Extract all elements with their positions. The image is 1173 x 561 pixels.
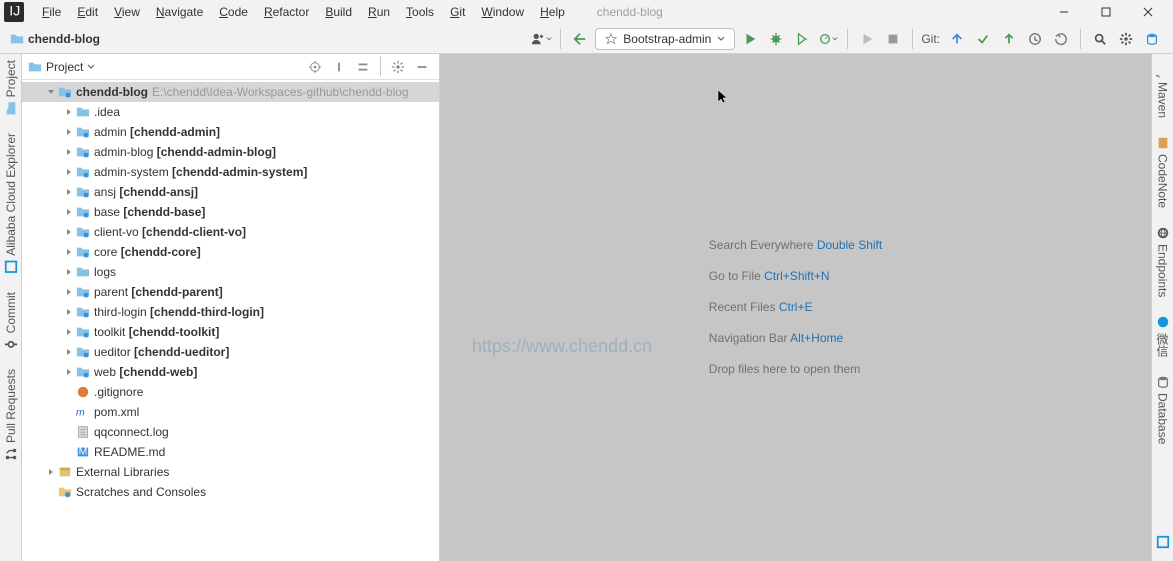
tree-item-client-vo[interactable]: client-vo [chendd-client-vo] (22, 222, 439, 242)
svg-text:MD: MD (79, 446, 90, 458)
menu-edit[interactable]: Edit (69, 2, 106, 22)
window-maximize-button[interactable] (1085, 1, 1127, 23)
tree-item-admin-blog[interactable]: admin-blog [chendd-admin-blog] (22, 142, 439, 162)
tree-item-third-login[interactable]: third-login [chendd-third-login] (22, 302, 439, 322)
vcs-update-icon[interactable] (946, 28, 968, 50)
menu-build[interactable]: Build (317, 2, 360, 22)
window-title: chendd-blog (597, 5, 663, 19)
collapse-all-icon[interactable] (352, 56, 374, 78)
editor-tip: Drop files here to open them (709, 354, 882, 385)
tree-item-ueditor[interactable]: ueditor [chendd-ueditor] (22, 342, 439, 362)
tree-item-README-md[interactable]: MDREADME.md (22, 442, 439, 462)
debug-button[interactable] (765, 28, 787, 50)
tree-item-core[interactable]: core [chendd-core] (22, 242, 439, 262)
menu-code[interactable]: Code (211, 2, 256, 22)
gear-icon[interactable] (1115, 28, 1137, 50)
run-coverage-button[interactable] (791, 28, 813, 50)
tree-item-web[interactable]: web [chendd-web] (22, 362, 439, 382)
tab-wechat[interactable]: 微信 (1154, 315, 1171, 357)
menu-run[interactable]: Run (360, 2, 398, 22)
tree-root[interactable]: chendd-blogE:\chendd\Idea-Workspaces-git… (22, 82, 439, 102)
git-label: Git: (921, 32, 940, 46)
tree-item-pom-xml[interactable]: mpom.xml (22, 402, 439, 422)
pane-gear-icon[interactable] (387, 56, 409, 78)
left-tool-strip: Project Alibaba Cloud Explorer Commit Pu… (0, 54, 22, 561)
menu-tools[interactable]: Tools (398, 2, 442, 22)
run-disabled-button[interactable] (856, 28, 878, 50)
menu-file[interactable]: File (34, 2, 69, 22)
menu-git[interactable]: Git (442, 2, 473, 22)
vcs-push-icon[interactable] (998, 28, 1020, 50)
project-tool-window: Project chendd-blogE:\chendd\Idea-Worksp… (22, 54, 440, 561)
tree-item-admin[interactable]: admin [chendd-admin] (22, 122, 439, 142)
editor-tip: Navigation Bar Alt+Home (709, 323, 882, 354)
menu-navigate[interactable]: Navigate (148, 2, 211, 22)
editor-tip: Recent Files Ctrl+E (709, 292, 882, 323)
menubar: IJ FileEditViewNavigateCodeRefactorBuild… (0, 0, 1173, 24)
tree-item-admin-system[interactable]: admin-system [chendd-admin-system] (22, 162, 439, 182)
window-minimize-button[interactable] (1043, 1, 1085, 23)
menu-refactor[interactable]: Refactor (256, 2, 317, 22)
menu-window[interactable]: Window (473, 2, 532, 22)
editor-area[interactable]: https://www.chendd.cn Search Everywhere … (440, 54, 1151, 561)
stop-button[interactable] (882, 28, 904, 50)
tab-maven[interactable]: mMaven (1156, 64, 1170, 118)
folder-icon (10, 32, 24, 46)
right-tool-strip: mMaven CodeNote Endpoints 微信 Database (1151, 54, 1173, 561)
ide-body: Project Alibaba Cloud Explorer Commit Pu… (0, 54, 1173, 561)
app-logo-icon: IJ (4, 2, 24, 22)
main-toolbar: chendd-blog Bootstrap-admin Git: (0, 24, 1173, 54)
vcs-history-icon[interactable] (1024, 28, 1046, 50)
tab-endpoints[interactable]: Endpoints (1156, 226, 1170, 297)
run-config-selector[interactable]: Bootstrap-admin (595, 28, 735, 50)
expand-all-icon[interactable] (328, 56, 350, 78)
tab-codenote[interactable]: CodeNote (1156, 136, 1170, 208)
pane-view-selector[interactable]: Project (28, 60, 95, 74)
tree-item--gitignore[interactable]: .gitignore (22, 382, 439, 402)
tree-item-logs[interactable]: logs (22, 262, 439, 282)
tree-item-ansj[interactable]: ansj [chendd-ansj] (22, 182, 439, 202)
locate-icon[interactable] (304, 56, 326, 78)
tree-item-base[interactable]: base [chendd-base] (22, 202, 439, 222)
watermark: https://www.chendd.cn (472, 336, 652, 357)
mouse-cursor-icon (716, 88, 732, 104)
breadcrumb-root[interactable]: chendd-blog (28, 32, 100, 46)
tab-project[interactable]: Project (4, 60, 18, 115)
vcs-commit-icon[interactable] (972, 28, 994, 50)
run-button[interactable] (739, 28, 761, 50)
database-tool-icon[interactable] (1141, 28, 1163, 50)
vcs-rollback-icon[interactable] (1050, 28, 1072, 50)
editor-tips: Search Everywhere Double ShiftGo to File… (709, 230, 882, 386)
search-icon[interactable] (1089, 28, 1111, 50)
tab-database[interactable]: Database (1156, 375, 1170, 444)
editor-tip: Go to File Ctrl+Shift+N (709, 261, 882, 292)
tab-pull-requests[interactable]: Pull Requests (4, 369, 18, 461)
menu-help[interactable]: Help (532, 2, 573, 22)
back-icon[interactable] (569, 28, 591, 50)
pane-hide-icon[interactable] (411, 56, 433, 78)
tree-item--idea[interactable]: .idea (22, 102, 439, 122)
svg-text:m: m (76, 407, 85, 419)
tab-alibaba-cloud-explorer[interactable]: Alibaba Cloud Explorer (4, 133, 18, 274)
right-strip-more-icon[interactable] (1152, 531, 1173, 553)
tree-scratches[interactable]: Scratches and Consoles (22, 482, 439, 502)
tree-item-toolkit[interactable]: toolkit [chendd-toolkit] (22, 322, 439, 342)
tree-external-libs[interactable]: External Libraries (22, 462, 439, 482)
add-user-icon[interactable] (530, 28, 552, 50)
window-close-button[interactable] (1127, 1, 1169, 23)
editor-tip: Search Everywhere Double Shift (709, 230, 882, 261)
tab-commit[interactable]: Commit (4, 292, 18, 351)
svg-text:IJ: IJ (9, 6, 20, 18)
svg-text:m: m (1156, 75, 1163, 79)
navigation-bar[interactable]: chendd-blog (10, 32, 100, 46)
tree-item-parent[interactable]: parent [chendd-parent] (22, 282, 439, 302)
project-pane-header: Project (22, 54, 439, 80)
menu-view[interactable]: View (106, 2, 148, 22)
project-tree[interactable]: chendd-blogE:\chendd\Idea-Workspaces-git… (22, 80, 439, 561)
tree-item-qqconnect-log[interactable]: qqconnect.log (22, 422, 439, 442)
profile-button[interactable] (817, 28, 839, 50)
